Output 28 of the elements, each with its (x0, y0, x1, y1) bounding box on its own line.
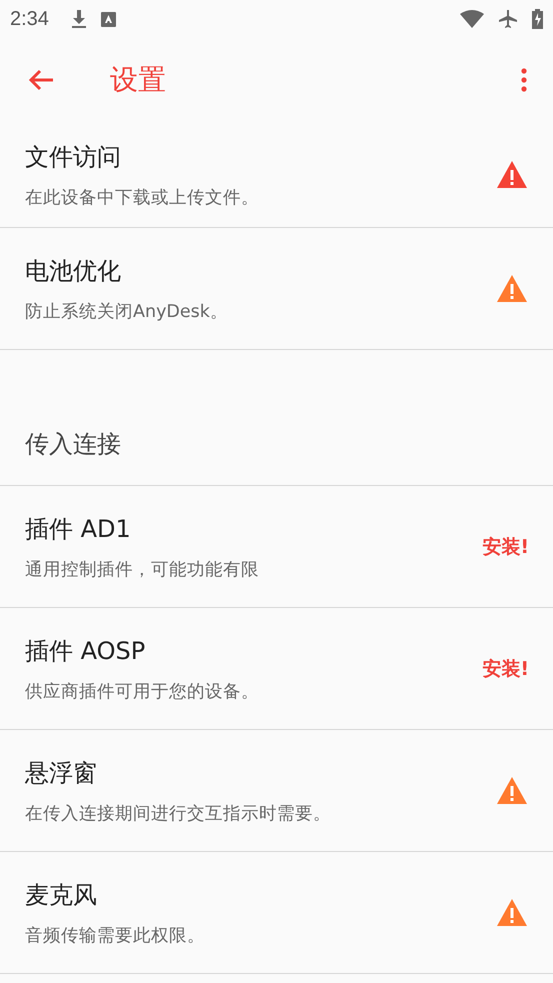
setting-title: 电池优化 (25, 256, 122, 286)
setting-title: 插件 AOSP (25, 636, 146, 666)
wifi-icon (460, 10, 484, 28)
setting-description: 音频传输需要此权限。 (25, 924, 206, 946)
install-link[interactable]: 安装! (482, 534, 529, 560)
setting-description: 通用控制插件，可能功能有限 (25, 558, 260, 580)
download-icon (70, 9, 87, 29)
setting-description: 在此设备中下载或上传文件。 (25, 186, 260, 208)
setting-title: 悬浮窗 (25, 758, 98, 788)
warning-icon[interactable] (497, 275, 527, 302)
warning-icon[interactable] (497, 777, 527, 804)
warning-icon[interactable] (497, 899, 527, 926)
more-options-icon[interactable] (521, 68, 527, 92)
setting-title: 文件访问 (25, 142, 122, 172)
setting-description: 在传入连接期间进行交互指示时需要。 (25, 802, 332, 824)
setting-description: 供应商插件可用于您的设备。 (25, 680, 260, 702)
section-header: 传入连接 (25, 429, 121, 460)
airplane-icon (498, 9, 518, 29)
setting-title: 麦克风 (25, 880, 98, 910)
status-time: 2:34 (10, 8, 49, 30)
keyboard-icon (100, 12, 116, 26)
back-arrow-icon[interactable] (28, 69, 54, 91)
warning-icon[interactable] (497, 161, 527, 188)
setting-title: 插件 AD1 (25, 514, 132, 544)
screen-title: 设置 (110, 62, 167, 98)
install-link[interactable]: 安装! (482, 656, 529, 682)
setting-description: 防止系统关闭AnyDesk。 (25, 300, 229, 322)
battery-charging-icon (532, 9, 543, 29)
